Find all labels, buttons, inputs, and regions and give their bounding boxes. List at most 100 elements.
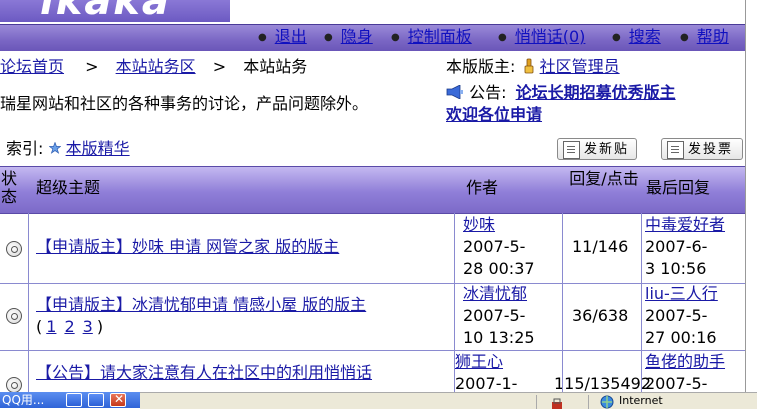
- index-row: 索引: 本版精华: [6, 138, 130, 160]
- author-link[interactable]: 妙味: [463, 215, 495, 235]
- table-row: 【申请版主】妙味 申请 网管之家 版的版主 妙味 2007-5- 28 00:3…: [0, 213, 745, 284]
- col-last-reply: 最后回复: [646, 178, 711, 197]
- nav-search[interactable]: ● 搜索: [612, 26, 661, 48]
- reply-count: 36/638: [572, 306, 629, 325]
- nav-control-panel[interactable]: ● 控制面板: [391, 26, 472, 48]
- status-divider: [536, 395, 537, 409]
- moderator-label: 本版版主:: [446, 57, 516, 76]
- announcement-label: 公告:: [469, 83, 507, 102]
- table-row: 【申请版主】冰清忧郁申请 情感小屋 版的版主 (1 2 3) 冰清忧郁 2007-5…: [0, 284, 745, 351]
- index-label: 索引:: [6, 139, 44, 158]
- pages-open: (: [36, 317, 43, 336]
- last-reply-time: 27 00:16: [645, 328, 717, 347]
- forum-description: 瑞星网站和社区的各种事务的讨论，产品问题除外。: [0, 94, 369, 113]
- top-nav-bar: ● 退出 ● 隐身 ● 控制面板 ● 悄悄话(0) ● 搜索 ● 帮助: [0, 24, 745, 51]
- moderator-icon: [524, 58, 533, 74]
- logo-text: ikaka: [40, 0, 171, 22]
- pages-close: ): [96, 317, 104, 336]
- breadcrumb-current: 本站站务: [243, 57, 308, 76]
- last-reply-date: 2007-5-: [645, 306, 708, 325]
- post-date: 2007-5-: [463, 306, 526, 325]
- col-status-label: 状态: [0, 169, 17, 206]
- close-button[interactable]: ✕: [110, 392, 126, 407]
- col-replies: 回复/点击: [566, 170, 642, 188]
- last-reply-user[interactable]: liu-三人行: [645, 284, 718, 304]
- nav-control-panel-link[interactable]: 控制面板: [408, 27, 472, 46]
- close-icon: ✕: [114, 392, 125, 406]
- bullet-icon: ●: [324, 31, 333, 43]
- author-link[interactable]: 狮王心: [455, 352, 503, 372]
- announcement-link-line2[interactable]: 欢迎各位申请: [446, 105, 542, 124]
- moderator-link[interactable]: 社区管理员: [540, 57, 620, 76]
- topic-pages: (1 2 3): [36, 317, 103, 337]
- new-post-icon: [563, 141, 580, 159]
- nav-logout-link[interactable]: 退出: [275, 27, 307, 46]
- essence-link[interactable]: 本版精华: [66, 139, 130, 158]
- nav-search-link[interactable]: 搜索: [629, 27, 661, 46]
- bullet-icon: ●: [612, 31, 621, 43]
- last-reply-date: 2007-6-: [645, 237, 708, 256]
- nav-invisible[interactable]: ● 隐身: [324, 26, 373, 48]
- column-divider: [641, 213, 642, 392]
- nav-help-link[interactable]: 帮助: [697, 27, 729, 46]
- status-divider: [588, 395, 589, 409]
- table-row: 【公告】请大家注意有人在社区中的利用悄悄话 狮王心 2007-1- 115/13…: [0, 351, 745, 392]
- page-link[interactable]: 3: [83, 317, 93, 336]
- nav-help[interactable]: ● 帮助: [680, 26, 729, 48]
- internet-globe-icon: [600, 394, 614, 409]
- post-date: 2007-5-: [463, 237, 526, 256]
- new-poll-button[interactable]: 发投票: [661, 138, 743, 160]
- col-topic: 超级主题: [36, 178, 101, 197]
- maximize-button[interactable]: [88, 393, 104, 407]
- bullet-icon: ●: [391, 31, 400, 43]
- last-reply-date: 2007-5-: [645, 374, 708, 392]
- nav-messages[interactable]: ● 悄悄话(0): [498, 26, 585, 48]
- announcement: 公告: 论坛长期招募优秀版主 欢迎各位申请: [446, 82, 746, 126]
- col-status: 状态: [0, 170, 22, 206]
- breadcrumb-area[interactable]: 本站站务区: [116, 57, 196, 76]
- status-zone: Internet: [619, 394, 663, 407]
- column-divider: [562, 213, 563, 392]
- post-time: 28 00:37: [463, 259, 535, 278]
- page-link[interactable]: 1: [46, 317, 56, 336]
- star-icon: [47, 141, 62, 154]
- page-link[interactable]: 2: [64, 317, 74, 336]
- site-logo[interactable]: ikaka: [0, 0, 230, 22]
- column-divider: [454, 213, 455, 392]
- breadcrumb: 论坛首页 > 本站站务区 > 本站站务: [0, 56, 307, 78]
- topic-status-icon: [6, 308, 22, 324]
- topic-status-icon: [6, 377, 22, 392]
- last-reply-user[interactable]: 中毒爱好者: [645, 215, 725, 235]
- topic-table-header: 状态 超级主题 作者 回复/点击 最后回复: [0, 166, 745, 214]
- taskbar-window-label: QQ用...: [2, 393, 45, 407]
- topic-link[interactable]: 【申请版主】冰清忧郁申请 情感小屋 版的版主: [36, 295, 366, 315]
- browser-status-bar: Internet: [140, 392, 757, 409]
- megaphone-icon: [446, 84, 463, 100]
- new-poll-label: 发投票: [688, 142, 734, 157]
- author-link[interactable]: 冰清忧郁: [463, 284, 527, 304]
- reply-count: 115/135492: [554, 374, 652, 392]
- topic-link[interactable]: 【公告】请大家注意有人在社区中的利用悄悄话: [36, 363, 372, 383]
- last-reply-time: 3 10:56: [645, 259, 707, 278]
- breadcrumb-separator: >: [212, 57, 227, 76]
- restore-button[interactable]: [66, 393, 82, 407]
- bullet-icon: ●: [680, 31, 689, 43]
- reply-count: 11/146: [572, 237, 629, 256]
- announcement-link-line1[interactable]: 论坛长期招募优秀版主: [516, 83, 676, 102]
- page-right-border: [745, 0, 746, 408]
- header-banner: ikaka: [0, 0, 745, 24]
- nav-invisible-link[interactable]: 隐身: [341, 27, 373, 46]
- nav-messages-link[interactable]: 悄悄话(0): [515, 27, 586, 46]
- new-post-button[interactable]: 发新贴: [557, 138, 637, 160]
- col-author: 作者: [466, 178, 499, 197]
- last-reply-user[interactable]: 鱼佬的助手: [645, 352, 725, 372]
- breadcrumb-home[interactable]: 论坛首页: [0, 57, 64, 76]
- col-replies-label: 回复/点击: [569, 169, 639, 188]
- post-time: 10 13:25: [463, 328, 535, 347]
- post-date: 2007-1-: [455, 374, 518, 392]
- topic-link[interactable]: 【申请版主】妙味 申请 网管之家 版的版主: [36, 237, 339, 257]
- nav-logout[interactable]: ● 退出: [258, 26, 307, 48]
- column-divider: [28, 213, 29, 392]
- security-icon: [550, 395, 564, 409]
- bullet-icon: ●: [258, 31, 267, 43]
